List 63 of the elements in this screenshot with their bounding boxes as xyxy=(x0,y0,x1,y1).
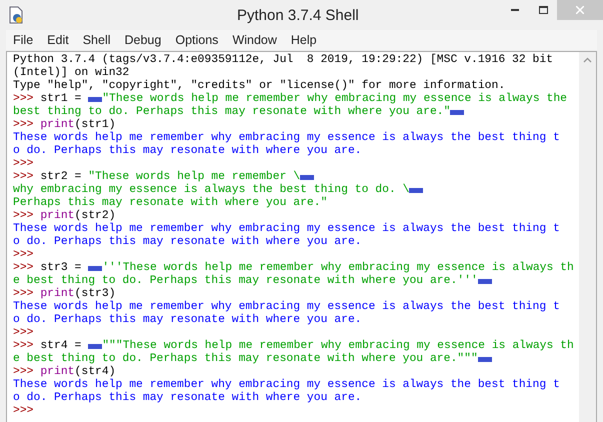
prompt-text: >>> xyxy=(13,262,35,274)
prompt-text: >>> xyxy=(13,249,34,261)
window-title: Python 3.7.4 Shell xyxy=(237,6,359,26)
code-text: (Intel)] on win32 xyxy=(13,67,130,79)
menu-item[interactable]: Edit xyxy=(40,30,76,50)
code-text: str2 = xyxy=(40,171,82,183)
prompt-text: >>> xyxy=(13,288,35,300)
code-text: (str1) xyxy=(74,119,116,131)
output-text: These words help me remember why embracing my essence is always the best thing t xyxy=(13,301,560,313)
builtin-name: print xyxy=(40,288,75,300)
output-text: o do. Perhaps this may resonate with where you are. xyxy=(13,392,362,404)
code-text: (str2) xyxy=(74,210,116,222)
output-text: o do. Perhaps this may resonate with where you are. xyxy=(13,236,362,248)
string-literal: why embracing my essence is always the best thing to do. \ xyxy=(13,184,410,196)
highlight-mark xyxy=(300,175,314,180)
highlight-mark xyxy=(450,110,464,115)
highlight-mark xyxy=(88,344,102,349)
prompt-text: >>> xyxy=(13,119,35,131)
code-text: Python 3.7.4 (tags/v3.7.4:e09359112e, Jul 8 2019, 19:29:22) [MSC v.1916 32 bit xyxy=(13,54,554,66)
output-text: These words help me remember why embracing my essence is always the best thing t xyxy=(13,132,560,144)
scrollbar[interactable] xyxy=(579,52,596,422)
highlight-mark xyxy=(88,97,102,102)
highlight-mark xyxy=(88,266,102,271)
string-literal: '''These words help me remember why embracing my essence is always th xyxy=(102,262,574,274)
output-text: o do. Perhaps this may resonate with where you are. xyxy=(13,145,362,157)
output-text: These words help me remember why embracing my essence is always the best thing t xyxy=(13,379,560,391)
menu-item[interactable]: Debug xyxy=(118,30,168,50)
highlight-mark xyxy=(478,279,492,284)
string-literal: best thing to do. Perhaps this may resonate with where you are." xyxy=(13,106,450,118)
string-literal: Perhaps this may resonate with where you are." xyxy=(13,197,328,209)
builtin-name: print xyxy=(40,210,75,222)
prompt-text: >>> xyxy=(13,340,35,352)
menu-item[interactable]: Help xyxy=(284,30,324,50)
highlight-mark xyxy=(478,357,492,362)
close-icon xyxy=(576,6,584,14)
menu-item[interactable]: File xyxy=(6,30,40,50)
string-literal: e best thing to do. Perhaps this may resonate with where you are.''' xyxy=(13,275,478,287)
prompt-text: >>> xyxy=(13,171,35,183)
output-text: These words help me remember why embracing my essence is always the best thing t xyxy=(13,223,560,235)
prompt-text: >>> xyxy=(13,327,34,339)
string-literal: "These words help me remember why embracing my essence is always the xyxy=(102,93,568,105)
builtin-name: print xyxy=(40,366,75,378)
code-text: str4 = xyxy=(40,340,82,352)
highlight-mark xyxy=(409,188,424,193)
builtin-name: print xyxy=(40,119,75,131)
python-shell-icon xyxy=(8,6,24,24)
code-text: Type "help", "copyright", "credits" or "license()" for more information. xyxy=(13,80,506,92)
string-literal: "These words help me remember \ xyxy=(88,171,300,183)
string-literal: e best thing to do. Perhaps this may resonate with where you are.""" xyxy=(13,353,478,365)
prompt-text: >>> xyxy=(13,93,35,105)
menu-item[interactable]: Options xyxy=(168,30,226,50)
prompt-text: >>> xyxy=(13,158,34,170)
menu-item[interactable]: Shell xyxy=(76,30,118,50)
code-text: (str3) xyxy=(74,288,116,300)
prompt-text: >>> xyxy=(13,405,34,417)
string-literal: """These words help me remember why embracing my essence is always th xyxy=(102,340,574,352)
menu-item[interactable]: Window xyxy=(225,30,284,50)
prompt-text: >>> xyxy=(13,210,35,222)
code-text: str3 = xyxy=(40,262,82,274)
code-text: str1 = xyxy=(40,93,82,105)
output-text: o do. Perhaps this may resonate with where you are. xyxy=(13,314,362,326)
code-text: (str4) xyxy=(74,366,116,378)
prompt-text: >>> xyxy=(13,366,35,378)
